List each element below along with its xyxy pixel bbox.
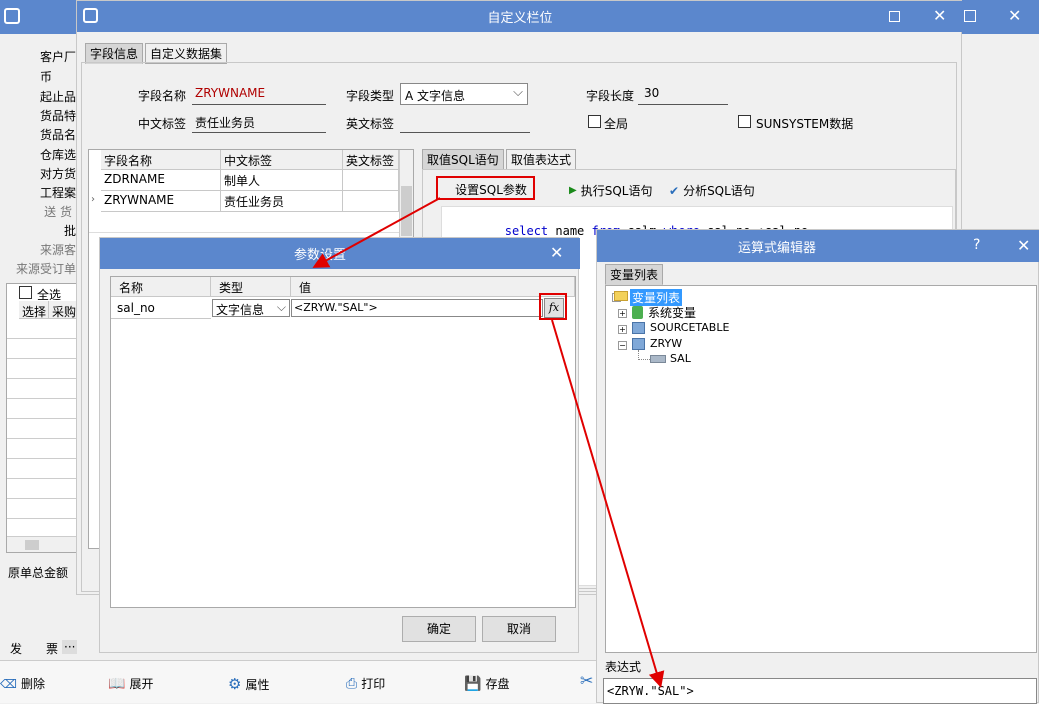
annotation-arrows xyxy=(312,197,665,688)
arrow-to-expression xyxy=(551,319,665,688)
arrow-to-param-dialog xyxy=(312,197,441,268)
